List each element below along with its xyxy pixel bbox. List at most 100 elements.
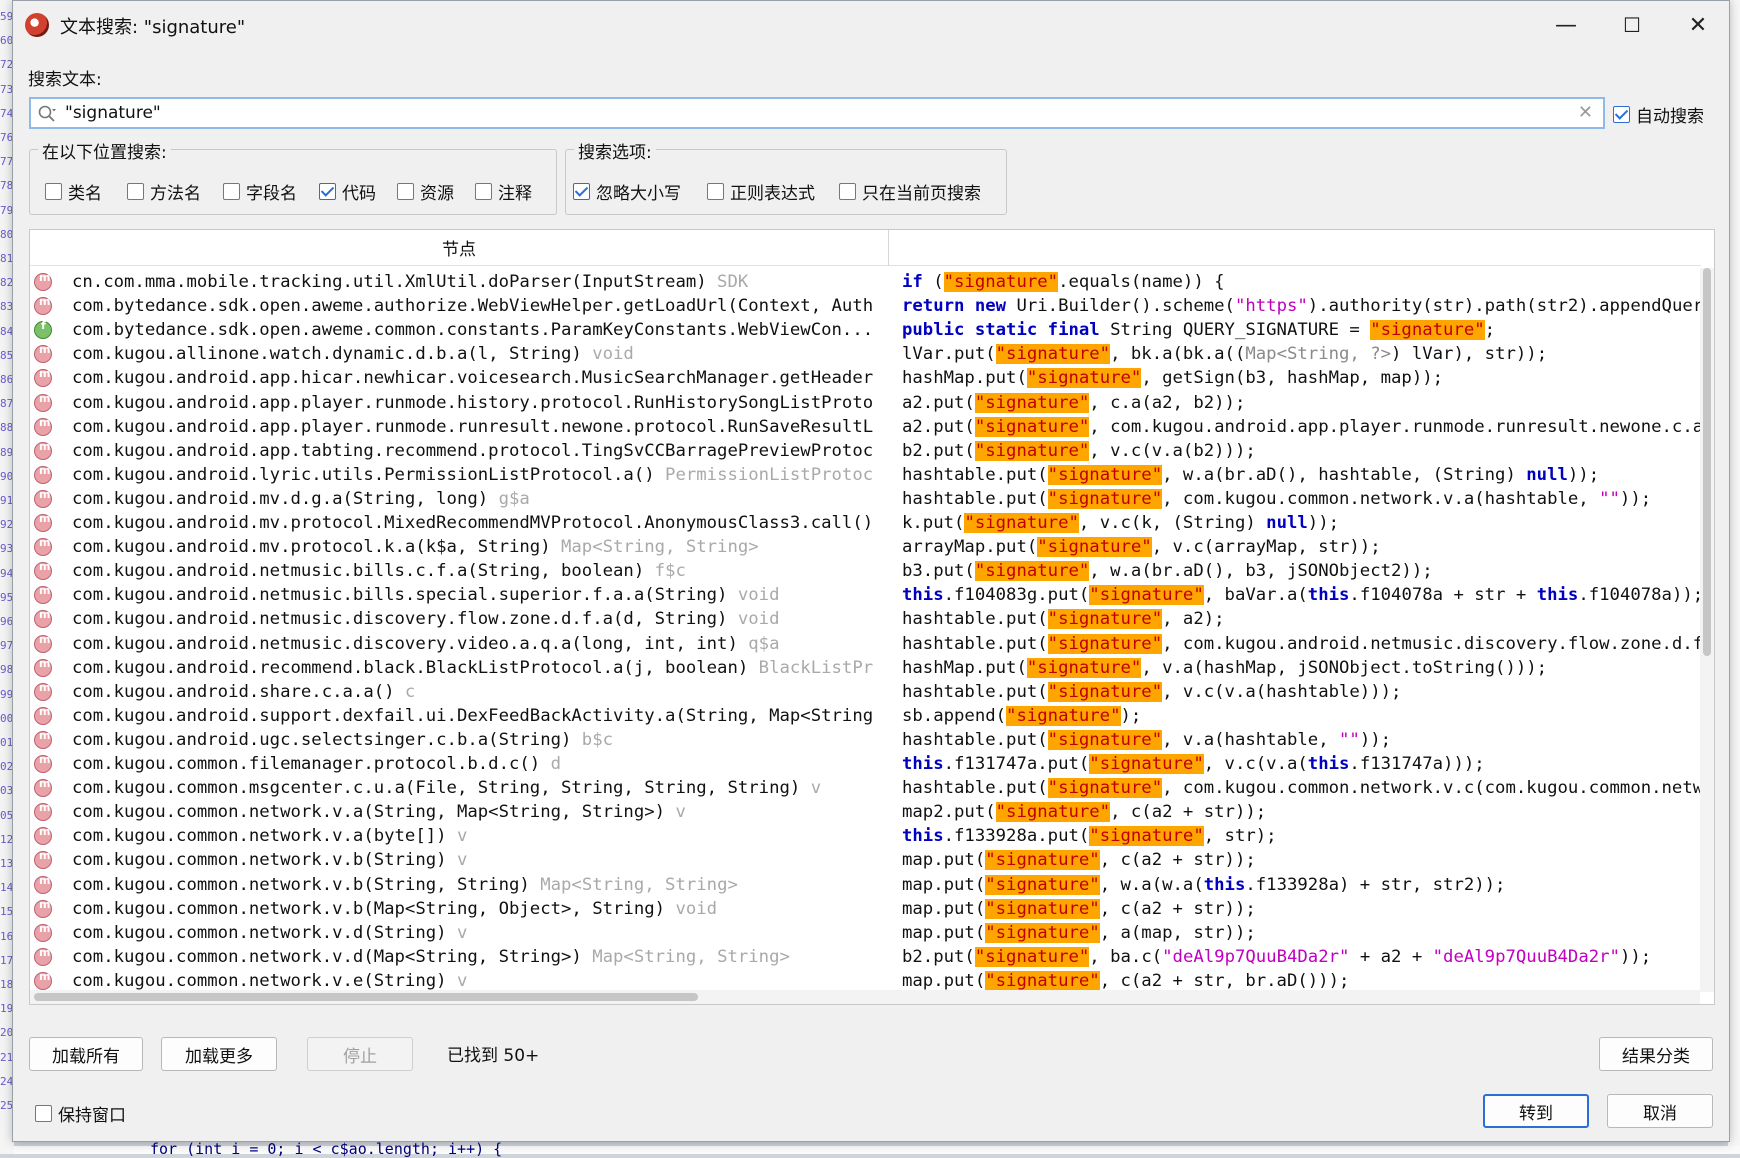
result-code-row[interactable]: k.put("signature", v.c(k, (String) null)… bbox=[902, 511, 1339, 535]
method-icon bbox=[34, 825, 52, 846]
regex-checkbox[interactable]: 正则表达式 bbox=[707, 179, 815, 204]
result-code-row[interactable]: public static final String QUERY_SIGNATU… bbox=[902, 318, 1495, 342]
result-code-row[interactable]: map.put("signature", c(a2 + str)); bbox=[902, 897, 1256, 921]
result-code-row[interactable]: this.f104083g.put("signature", baVar.a(t… bbox=[902, 583, 1700, 607]
result-node-row[interactable]: com.kugou.android.support.dexfail.ui.Dex… bbox=[30, 704, 888, 728]
cancel-button[interactable]: 取消 bbox=[1607, 1094, 1713, 1128]
result-code-row[interactable]: if ("signature".equals(name)) { bbox=[902, 270, 1225, 294]
result-node-row[interactable]: com.kugou.android.netmusic.bills.special… bbox=[30, 583, 888, 607]
result-node-row[interactable]: com.kugou.android.app.hicar.newhicar.voi… bbox=[30, 366, 888, 390]
current-page-only-checkbox[interactable]: 只在当前页搜索 bbox=[839, 179, 981, 204]
result-code-row[interactable]: sb.append("signature"); bbox=[902, 704, 1141, 728]
result-code-row[interactable]: return new Uri.Builder().scheme("https")… bbox=[902, 294, 1700, 318]
load-all-button[interactable]: 加载所有 bbox=[29, 1037, 143, 1071]
result-node-row[interactable]: com.kugou.common.network.v.a(String, Map… bbox=[30, 800, 888, 824]
vertical-scroll-thumb[interactable] bbox=[1703, 268, 1711, 656]
result-node-row[interactable]: com.kugou.common.network.v.a(byte[]) v bbox=[30, 824, 888, 848]
search-in-code-checkbox[interactable]: 代码 bbox=[319, 179, 376, 204]
title-bar[interactable]: 文本搜索: "signature" — ☐ ✕ bbox=[13, 1, 1729, 49]
result-code-row[interactable]: a2.put("signature", c.a(a2, b2)); bbox=[902, 391, 1245, 415]
keep-window-checkbox[interactable]: 保持窗口 bbox=[35, 1101, 126, 1126]
result-node-row[interactable]: com.kugou.common.network.v.e(String) v bbox=[30, 969, 888, 992]
search-in-resources-checkbox[interactable]: 资源 bbox=[397, 179, 454, 204]
load-more-button[interactable]: 加载更多 bbox=[161, 1037, 277, 1071]
result-node-row[interactable]: com.kugou.common.network.v.d(Map<String,… bbox=[30, 945, 888, 969]
result-node-row[interactable]: com.kugou.android.app.player.runmode.his… bbox=[30, 391, 888, 415]
result-node-row[interactable]: com.kugou.android.netmusic.discovery.flo… bbox=[30, 607, 888, 631]
result-code-row[interactable]: map2.put("signature", c(a2 + str)); bbox=[902, 800, 1266, 824]
clear-search-icon[interactable]: ✕ bbox=[1578, 102, 1593, 123]
goto-button[interactable]: 转到 bbox=[1483, 1094, 1589, 1128]
result-node-row[interactable]: com.kugou.android.app.player.runmode.run… bbox=[30, 415, 888, 439]
result-code-row[interactable]: hashtable.put("signature", com.kugou.com… bbox=[902, 776, 1700, 800]
code-token: ).authority(str).path(str2).appendQuery bbox=[1307, 296, 1700, 317]
result-code-row[interactable]: hashtable.put("signature", v.c(v.a(hasht… bbox=[902, 680, 1401, 704]
auto-search-checkbox[interactable]: 自动搜索 bbox=[1613, 102, 1704, 127]
result-code-row[interactable]: lVar.put("signature", bk.a(bk.a((Map<Str… bbox=[902, 342, 1547, 366]
result-code-row[interactable]: hashMap.put("signature", v.a(hashMap, jS… bbox=[902, 656, 1547, 680]
search-in-comments-checkbox[interactable]: 注释 bbox=[475, 179, 532, 204]
result-code-row[interactable]: this.f131747a.put("signature", v.c(v.a(t… bbox=[902, 752, 1485, 776]
result-node-row[interactable]: cn.com.mma.mobile.tracking.util.XmlUtil.… bbox=[30, 270, 888, 294]
search-input[interactable]: "signature" ✕ bbox=[29, 97, 1605, 129]
close-button[interactable]: ✕ bbox=[1665, 1, 1731, 49]
result-node-row[interactable]: com.kugou.android.app.tabting.recommend.… bbox=[30, 439, 888, 463]
result-code-row[interactable]: b2.put("signature", ba.c("deAl9p7QuuB4Da… bbox=[902, 945, 1651, 969]
code-token: .f131747a.put( bbox=[943, 754, 1090, 774]
result-code-row[interactable]: map.put("signature", a(map, str)); bbox=[902, 921, 1256, 945]
code-token: , c(a2 + str)); bbox=[1099, 898, 1256, 919]
result-code-row[interactable]: hashtable.put("signature", com.kugou.and… bbox=[902, 632, 1700, 656]
result-code-row[interactable]: map.put("signature", c(a2 + str, br.aD()… bbox=[902, 969, 1349, 992]
result-code-row[interactable]: hashtable.put("signature", com.kugou.com… bbox=[902, 487, 1651, 511]
result-code-row[interactable]: arrayMap.put("signature", v.c(arrayMap, … bbox=[902, 535, 1381, 559]
search-in-field-name-checkbox[interactable]: 字段名 bbox=[223, 179, 297, 204]
maximize-button[interactable]: ☐ bbox=[1599, 1, 1665, 49]
horizontal-scroll-thumb[interactable] bbox=[34, 993, 698, 1001]
result-node-row[interactable]: com.kugou.common.filemanager.protocol.b.… bbox=[30, 752, 888, 776]
result-code-row[interactable]: hashtable.put("signature", a2); bbox=[902, 607, 1225, 631]
horizontal-scrollbar[interactable] bbox=[30, 990, 1700, 1004]
code-token: , str); bbox=[1203, 826, 1277, 847]
result-code-row[interactable]: hashMap.put("signature", getSign(b3, has… bbox=[902, 366, 1443, 390]
results-table[interactable]: 节点 cn.com.mma.mobile.tracking.util.XmlUt… bbox=[29, 229, 1715, 1005]
node-column-header[interactable]: 节点 bbox=[30, 230, 888, 266]
search-in-method-name-checkbox[interactable]: 方法名 bbox=[127, 179, 201, 204]
result-node-row[interactable]: com.bytedance.sdk.open.aweme.common.cons… bbox=[30, 318, 888, 342]
result-code-row[interactable]: map.put("signature", w.a(w.a(this.f13392… bbox=[902, 873, 1505, 897]
group-results-button[interactable]: 结果分类 bbox=[1599, 1037, 1713, 1071]
result-code-row[interactable]: hashtable.put("signature", v.a(hashtable… bbox=[902, 728, 1391, 752]
result-node-row[interactable]: com.kugou.android.mv.d.g.a(String, long)… bbox=[30, 487, 888, 511]
result-code-row[interactable]: this.f133928a.put("signature", str); bbox=[902, 824, 1277, 848]
search-match-highlight: "signature" bbox=[1026, 657, 1142, 678]
method-icon bbox=[34, 512, 52, 532]
result-code-row[interactable]: a2.put("signature", com.kugou.android.ap… bbox=[902, 415, 1700, 439]
result-node-row[interactable]: com.kugou.common.network.v.b(Map<String,… bbox=[30, 897, 888, 921]
minimize-button[interactable]: — bbox=[1533, 1, 1599, 49]
vertical-scrollbar[interactable] bbox=[1700, 268, 1714, 992]
result-code-row[interactable]: map.put("signature", c(a2 + str)); bbox=[902, 848, 1256, 872]
result-code-row[interactable]: hashtable.put("signature", w.a(br.aD(), … bbox=[902, 463, 1599, 487]
result-node-row[interactable]: com.kugou.android.lyric.utils.Permission… bbox=[30, 463, 888, 487]
result-node-row[interactable]: com.kugou.allinone.watch.dynamic.d.b.a(l… bbox=[30, 342, 888, 366]
code-token: , w.a(w.a( bbox=[1099, 874, 1204, 895]
result-node-row[interactable]: com.kugou.android.mv.protocol.MixedRecom… bbox=[30, 511, 888, 535]
result-node-row[interactable]: com.kugou.android.recommend.black.BlackL… bbox=[30, 656, 888, 680]
result-node-row[interactable]: com.kugou.android.share.c.a.a() c bbox=[30, 680, 888, 704]
result-node-row[interactable]: com.kugou.common.network.v.b(String) v bbox=[30, 848, 888, 872]
code-token: "" bbox=[1339, 729, 1360, 750]
result-node-row[interactable]: com.kugou.android.ugc.selectsinger.c.b.a… bbox=[30, 728, 888, 752]
method-icon bbox=[34, 777, 52, 798]
result-node-row[interactable]: com.kugou.common.network.v.d(String) v bbox=[30, 921, 888, 945]
result-node-row[interactable]: com.kugou.common.network.v.b(String, Str… bbox=[30, 873, 888, 897]
result-node-row[interactable]: com.kugou.android.netmusic.bills.c.f.a(S… bbox=[30, 559, 888, 583]
ignore-case-checkbox[interactable]: 忽略大小写 bbox=[573, 179, 681, 204]
result-node-row[interactable]: com.kugou.common.msgcenter.c.u.a(File, S… bbox=[30, 776, 888, 800]
result-node-row[interactable]: com.kugou.android.netmusic.discovery.vid… bbox=[30, 632, 888, 656]
search-in-class-name-checkbox[interactable]: 类名 bbox=[45, 179, 102, 204]
result-node-row[interactable]: com.bytedance.sdk.open.aweme.authorize.W… bbox=[30, 294, 888, 318]
code-column-header[interactable] bbox=[889, 230, 1701, 266]
result-code-row[interactable]: b2.put("signature", v.c(v.a(b2))); bbox=[902, 439, 1256, 463]
stop-button[interactable]: 停止 bbox=[307, 1037, 413, 1071]
result-code-row[interactable]: b3.put("signature", w.a(br.aD(), b3, jSO… bbox=[902, 559, 1433, 583]
result-node-row[interactable]: com.kugou.android.mv.protocol.k.a(k$a, S… bbox=[30, 535, 888, 559]
